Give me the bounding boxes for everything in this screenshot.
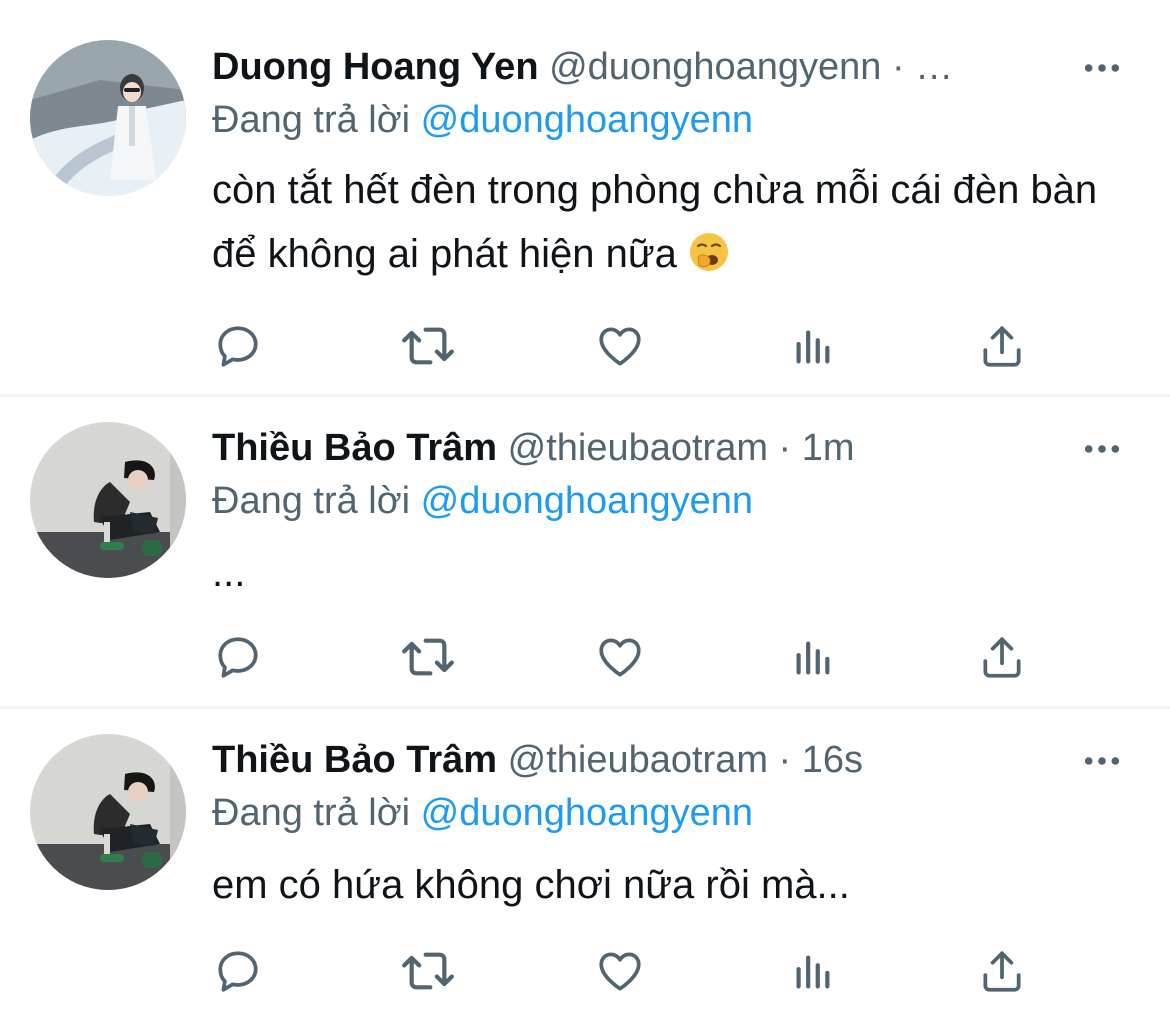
display-name[interactable]: Thiều Bảo Trâm	[212, 427, 497, 469]
more-icon[interactable]	[1074, 48, 1130, 88]
tweet-actions	[0, 627, 1170, 687]
avatar[interactable]	[30, 40, 186, 196]
share-icon[interactable]	[972, 627, 1032, 687]
tweet-body: ...	[212, 551, 246, 595]
share-icon[interactable]	[972, 941, 1032, 1001]
handle-and-time[interactable]: @thieubaotram · 1m	[508, 427, 855, 469]
tweet-header: Duong Hoang Yen @duonghoangyenn · …	[212, 44, 1030, 90]
mention-link[interactable]: @duonghoangyenn	[421, 480, 753, 522]
handle-and-time[interactable]: @duonghoangyenn · …	[549, 46, 953, 88]
tweet-body: em có hứa không chơi nữa rồi mà...	[212, 863, 850, 907]
reply-icon[interactable]	[208, 627, 268, 687]
more-icon[interactable]	[1074, 429, 1130, 469]
replying-to: Đang trả lời @duonghoangyenn	[212, 97, 753, 143]
retweet-icon[interactable]	[398, 316, 458, 376]
replying-to: Đang trả lời @duonghoangyenn	[212, 478, 753, 524]
display-name[interactable]: Thiều Bảo Trâm	[212, 739, 497, 781]
replying-label: Đang trả lời	[212, 99, 411, 141]
analytics-icon[interactable]	[782, 941, 842, 1001]
tweet-actions	[0, 941, 1170, 1001]
tweet-header: Thiều Bảo Trâm @thieubaotram · 16s	[212, 737, 1030, 783]
retweet-icon[interactable]	[398, 627, 458, 687]
retweet-icon[interactable]	[398, 941, 458, 1001]
tweet-actions	[0, 316, 1170, 376]
mention-link[interactable]: @duonghoangyenn	[421, 792, 753, 834]
replying-label: Đang trả lời	[212, 792, 411, 834]
yawning-face-icon	[688, 228, 730, 292]
analytics-icon[interactable]	[782, 627, 842, 687]
display-name[interactable]: Duong Hoang Yen	[212, 46, 539, 88]
share-icon[interactable]	[972, 316, 1032, 376]
heart-icon[interactable]	[590, 627, 650, 687]
tweet-text: em có hứa không chơi nữa rồi mà...	[212, 853, 1130, 917]
replying-to: Đang trả lời @duonghoangyenn	[212, 790, 753, 836]
handle-and-time[interactable]: @thieubaotram · 16s	[508, 739, 863, 781]
replying-label: Đang trả lời	[212, 480, 411, 522]
tweet[interactable]: Thiều Bảo Trâm @thieubaotram · 1m Đang t…	[0, 397, 1170, 707]
reply-icon[interactable]	[208, 316, 268, 376]
tweet-text: ...	[212, 541, 1130, 605]
tweet-body: còn tắt hết đèn trong phòng chừa mỗi cái…	[212, 168, 1098, 276]
more-icon[interactable]	[1074, 741, 1130, 781]
heart-icon[interactable]	[590, 316, 650, 376]
tweet[interactable]: Duong Hoang Yen @duonghoangyenn · … Đang…	[0, 0, 1170, 395]
reply-icon[interactable]	[208, 941, 268, 1001]
avatar[interactable]	[30, 422, 186, 578]
avatar[interactable]	[30, 734, 186, 890]
tweet[interactable]: Thiều Bảo Trâm @thieubaotram · 16s Đang …	[0, 709, 1170, 1019]
analytics-icon[interactable]	[782, 316, 842, 376]
mention-link[interactable]: @duonghoangyenn	[421, 99, 753, 141]
tweet-header: Thiều Bảo Trâm @thieubaotram · 1m	[212, 425, 1030, 471]
tweet-text: còn tắt hết đèn trong phòng chừa mỗi cái…	[212, 158, 1130, 292]
heart-icon[interactable]	[590, 941, 650, 1001]
